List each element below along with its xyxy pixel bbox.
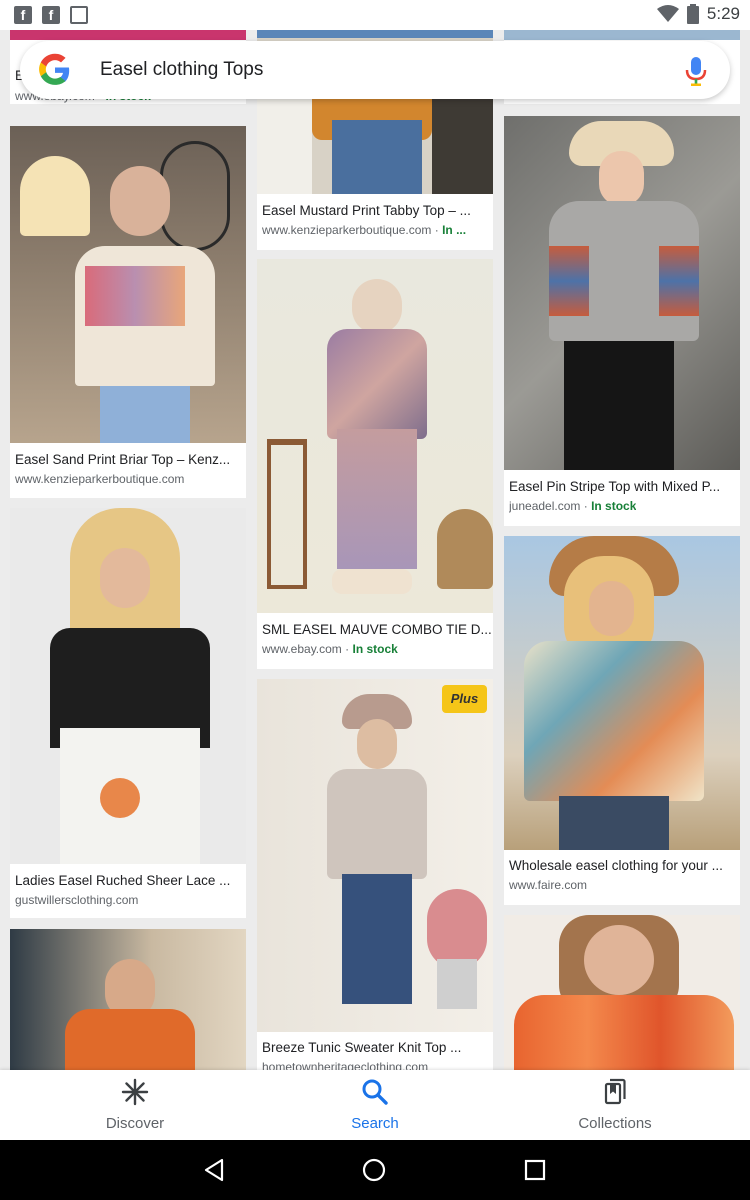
result-source: www.ebay.com · In stock bbox=[262, 642, 398, 656]
plus-size-badge: Plus bbox=[442, 685, 487, 713]
result-source: hometownheritageclothing.com bbox=[262, 1060, 429, 1070]
result-title: Ladies Easel Ruched Sheer Lace ... bbox=[15, 873, 231, 888]
wifi-icon bbox=[656, 5, 679, 22]
result-image[interactable] bbox=[257, 259, 493, 613]
microphone-icon[interactable] bbox=[684, 55, 708, 87]
result-card[interactable]: SML EASEL MAUVE COMBO TIE D... www.ebay.… bbox=[257, 259, 493, 669]
search-icon bbox=[362, 1079, 388, 1105]
result-source: www.faire.com bbox=[509, 878, 588, 892]
search-query[interactable]: Easel clothing Tops bbox=[100, 59, 263, 81]
result-title: Easel Mustard Print Tabby Top – ... bbox=[262, 203, 471, 218]
result-image[interactable] bbox=[10, 929, 246, 1070]
result-card[interactable] bbox=[10, 929, 246, 1070]
result-card[interactable]: Plus Breeze Tunic Sweater Knit Top ... h… bbox=[257, 679, 493, 1070]
result-title: Breeze Tunic Sweater Knit Top ... bbox=[262, 1040, 462, 1055]
nav-collections[interactable]: Collections bbox=[545, 1078, 685, 1132]
back-icon[interactable] bbox=[202, 1158, 226, 1182]
result-source: www.kenzieparkerboutique.com bbox=[15, 472, 185, 486]
result-title: Easel Sand Print Briar Top – Kenz... bbox=[15, 452, 231, 467]
result-source: gustwillersclothing.com bbox=[15, 893, 139, 907]
result-image[interactable] bbox=[504, 536, 740, 850]
result-source: www.kenzieparkerboutique.com · In ... bbox=[262, 223, 467, 237]
result-card[interactable]: Easel Sand Print Briar Top – Kenz... www… bbox=[10, 126, 246, 498]
bottom-navigation: Discover Search Collections bbox=[0, 1070, 750, 1140]
battery-icon bbox=[686, 4, 699, 24]
result-card[interactable]: Easel Pin Stripe Top with Mixed P... jun… bbox=[504, 116, 740, 526]
result-card[interactable]: Ladies Easel Ruched Sheer Lace ... gustw… bbox=[10, 508, 246, 918]
result-image[interactable] bbox=[504, 116, 740, 470]
facebook-notification-icon: f bbox=[14, 6, 32, 24]
asterisk-icon bbox=[121, 1078, 149, 1106]
result-source: juneadel.com · In stock bbox=[509, 499, 637, 513]
screen: f f 5:29 E www.ebay.com · In stock Easel… bbox=[0, 0, 750, 1200]
result-card[interactable]: Wholesale easel clothing for your ... ww… bbox=[504, 536, 740, 905]
nav-discover[interactable]: Discover bbox=[65, 1078, 205, 1132]
search-bar[interactable]: Easel clothing Tops bbox=[20, 41, 730, 99]
system-navigation-bar bbox=[0, 1140, 750, 1200]
collections-icon bbox=[604, 1078, 626, 1105]
status-time: 5:29 bbox=[706, 4, 740, 23]
google-logo-icon bbox=[39, 53, 70, 85]
result-image[interactable] bbox=[504, 30, 740, 40]
result-image[interactable] bbox=[10, 508, 246, 864]
image-notification-icon bbox=[70, 6, 88, 24]
facebook-notification-icon: f bbox=[42, 6, 60, 24]
result-title: SML EASEL MAUVE COMBO TIE D... bbox=[262, 622, 492, 637]
result-title: Easel Pin Stripe Top with Mixed P... bbox=[509, 479, 721, 494]
home-icon[interactable] bbox=[362, 1158, 386, 1182]
result-image[interactable] bbox=[10, 30, 246, 40]
status-bar: f f 5:29 bbox=[0, 0, 750, 30]
result-title: Wholesale easel clothing for your ... bbox=[509, 858, 723, 873]
result-card[interactable] bbox=[504, 915, 740, 1070]
result-image[interactable]: Plus bbox=[257, 679, 493, 1032]
nav-collections-label: Collections bbox=[578, 1115, 652, 1132]
result-image[interactable] bbox=[10, 126, 246, 443]
nav-search[interactable]: Search bbox=[305, 1078, 445, 1132]
nav-discover-label: Discover bbox=[105, 1115, 165, 1132]
nav-search-label: Search bbox=[351, 1115, 399, 1132]
recents-icon[interactable] bbox=[524, 1159, 546, 1181]
result-image[interactable] bbox=[504, 915, 740, 1070]
